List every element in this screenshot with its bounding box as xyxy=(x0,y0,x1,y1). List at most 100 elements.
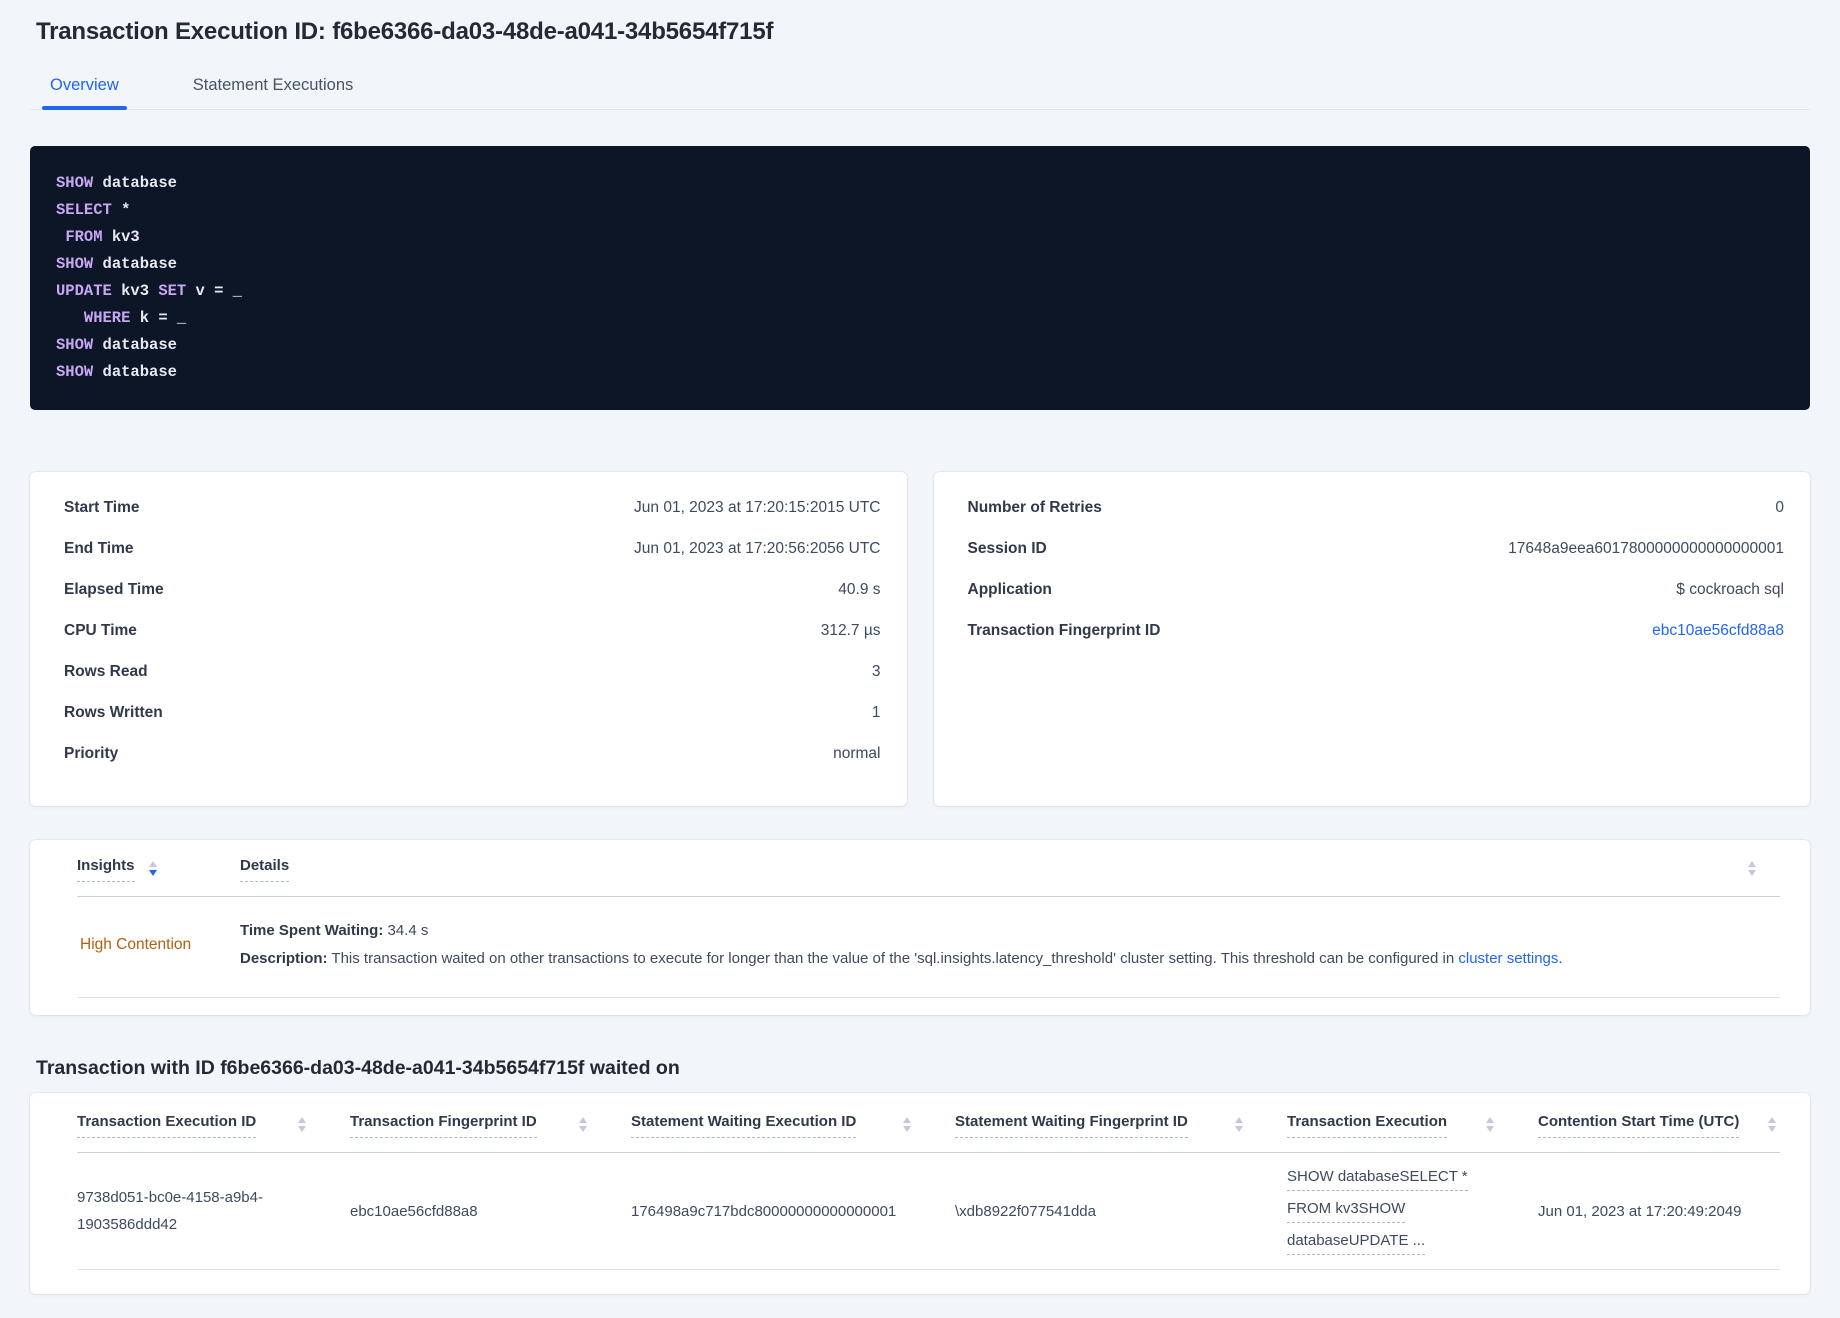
kv-value: Jun 01, 2023 at 17:20:56:2056 UTC xyxy=(634,540,881,557)
sort-up-icon xyxy=(903,1117,911,1123)
tab-bar: Overview Statement Executions xyxy=(30,62,1810,110)
kv-value: normal xyxy=(833,745,881,762)
column-header-contention-start-time[interactable]: Contention Start Time (UTC) xyxy=(1538,1113,1780,1138)
kv-label: Rows Written xyxy=(64,704,163,721)
kv-row-application: Application $ cockroach sql xyxy=(968,581,1785,622)
sql-line: SHOW database xyxy=(56,255,177,273)
sort-up-icon xyxy=(1768,1117,1776,1123)
kv-row-rows-written: Rows Written 1 xyxy=(64,704,881,745)
column-header-transaction-fingerprint-id[interactable]: Transaction Fingerprint ID xyxy=(350,1113,631,1138)
kv-label: CPU Time xyxy=(64,622,137,639)
sort-down-icon xyxy=(1748,870,1756,876)
tab-overview[interactable]: Overview xyxy=(42,62,127,110)
sort-arrows-icon[interactable] xyxy=(148,857,157,882)
details-column-label: Details xyxy=(240,857,290,882)
sort-up-icon xyxy=(148,861,157,867)
cell-statement-waiting-execution-id: 176498a9c717bdc80000000000000001 xyxy=(631,1202,897,1220)
kv-label: Application xyxy=(967,581,1052,598)
description-line: Description: This transaction waited on … xyxy=(240,950,1563,967)
kv-label: Number of Retries xyxy=(967,499,1102,516)
sort-up-icon xyxy=(298,1117,306,1123)
sort-arrows-icon[interactable] xyxy=(1748,857,1756,876)
column-header-statement-waiting-execution-id[interactable]: Statement Waiting Execution ID xyxy=(631,1113,955,1138)
kv-value: 3 xyxy=(871,663,881,680)
kv-value: Jun 01, 2023 at 17:20:15:2015 UTC xyxy=(634,499,881,516)
sql-line: FROM kv3 xyxy=(65,228,140,246)
sql-line: SHOW database xyxy=(56,336,177,354)
kv-row-end-time: End Time Jun 01, 2023 at 17:20:56:2056 U… xyxy=(64,540,881,581)
cluster-settings-link[interactable]: cluster settings xyxy=(1458,950,1558,967)
insights-column-label: Insights xyxy=(77,857,135,882)
sort-arrows-icon[interactable] xyxy=(298,1113,306,1132)
kv-value: 40.9 s xyxy=(838,581,881,598)
cell-statement-waiting-fingerprint-id: \xdb8922f077541dda xyxy=(955,1202,1096,1220)
waited-on-table-card: Transaction Execution ID Transaction Fin… xyxy=(30,1093,1810,1294)
kv-row-priority: Priority normal xyxy=(64,745,881,786)
time-spent-waiting-line: Time Spent Waiting: 34.4 s xyxy=(240,922,429,939)
sort-down-icon xyxy=(1768,1126,1776,1132)
sort-down-icon xyxy=(298,1126,306,1132)
kv-label: Priority xyxy=(64,745,119,762)
sql-statements-box: SHOW database SELECT * FROM kv3 SHOW dat… xyxy=(30,146,1810,410)
sql-line: SELECT * xyxy=(56,201,131,219)
waited-table-row: 9738d051-bc0e-4158-a9b4- 1903586ddd42 eb… xyxy=(77,1153,1780,1269)
sort-arrows-icon[interactable] xyxy=(1235,1113,1243,1132)
sort-down-icon xyxy=(903,1126,911,1132)
kv-row-number-of-retries: Number of Retries 0 xyxy=(968,499,1785,540)
sql-line: SHOW database xyxy=(56,363,177,381)
kv-label: Start Time xyxy=(64,499,140,516)
kv-value: 0 xyxy=(1775,499,1784,516)
cell-transaction-fingerprint-id: ebc10ae56cfd88a8 xyxy=(350,1202,478,1220)
tab-statement-executions[interactable]: Statement Executions xyxy=(185,62,362,109)
sort-down-icon xyxy=(148,870,157,876)
kv-row-start-time: Start Time Jun 01, 2023 at 17:20:15:2015… xyxy=(64,499,881,540)
waited-table-header: Transaction Execution ID Transaction Fin… xyxy=(77,1113,1780,1138)
cell-transaction-execution-link[interactable]: SHOW databaseSELECT * FROM kv3SHOW datab… xyxy=(1287,1163,1538,1259)
kv-row-cpu-time: CPU Time 312.7 µs xyxy=(64,622,881,663)
sort-arrows-icon[interactable] xyxy=(903,1113,911,1132)
cell-transaction-execution-id: 9738d051-bc0e-4158-a9b4- 1903586ddd42 xyxy=(77,1189,263,1233)
insights-card: Insights Details High Contention Time Sp… xyxy=(30,840,1810,1015)
insights-table-header: Insights Details xyxy=(77,857,1780,882)
transaction-details-page: Transaction Execution ID: f6be6366-da03-… xyxy=(0,0,1840,1294)
column-header-transaction-execution-id[interactable]: Transaction Execution ID xyxy=(77,1113,350,1138)
sort-arrows-icon[interactable] xyxy=(579,1113,587,1132)
cell-contention-start-time: Jun 01, 2023 at 17:20:49:2049 xyxy=(1538,1202,1742,1220)
sql-line: UPDATE kv3 SET v = _ xyxy=(56,282,243,300)
divider xyxy=(77,997,1780,998)
sort-up-icon xyxy=(1486,1117,1494,1123)
kv-label: Rows Read xyxy=(64,663,148,680)
column-header-statement-waiting-fingerprint-id[interactable]: Statement Waiting Fingerprint ID xyxy=(955,1113,1287,1138)
insight-details: Time Spent Waiting: 34.4 s Description: … xyxy=(240,917,1563,973)
sort-down-icon xyxy=(579,1126,587,1132)
kv-row-rows-read: Rows Read 3 xyxy=(64,663,881,704)
sort-arrows-icon[interactable] xyxy=(1486,1113,1494,1132)
kv-row-session-id: Session ID 17648a9eea6017800000000000000… xyxy=(968,540,1785,581)
execution-times-card: Start Time Jun 01, 2023 at 17:20:15:2015… xyxy=(30,472,907,806)
sql-line: WHERE k = _ xyxy=(83,309,187,327)
page-title: Transaction Execution ID: f6be6366-da03-… xyxy=(36,18,774,45)
kv-label: End Time xyxy=(64,540,134,557)
kv-value: 312.7 µs xyxy=(820,622,881,639)
kv-label: Session ID xyxy=(967,540,1047,557)
transaction-fingerprint-id-link[interactable]: ebc10ae56cfd88a8 xyxy=(1652,622,1784,640)
waited-on-heading: Transaction with ID f6be6366-da03-48de-a… xyxy=(36,1057,680,1079)
session-info-card: Number of Retries 0 Session ID 17648a9ee… xyxy=(933,472,1810,806)
kv-row-elapsed-time: Elapsed Time 40.9 s xyxy=(64,581,881,622)
sort-down-icon xyxy=(1486,1126,1494,1132)
kv-label: Elapsed Time xyxy=(64,581,164,598)
insights-column-header[interactable]: Insights xyxy=(77,857,240,882)
insight-type-label: High Contention xyxy=(80,936,192,953)
sql-line: SHOW database xyxy=(56,174,177,192)
sort-up-icon xyxy=(1235,1117,1243,1123)
kv-value: 1 xyxy=(871,704,881,721)
kv-value: 17648a9eea6017800000000000000001 xyxy=(1508,540,1784,557)
kv-row-transaction-fingerprint-id: Transaction Fingerprint ID ebc10ae56cfd8… xyxy=(968,622,1785,663)
kv-label: Transaction Fingerprint ID xyxy=(967,622,1161,639)
sort-up-icon xyxy=(1748,861,1756,867)
kv-value: $ cockroach sql xyxy=(1676,581,1784,598)
column-header-transaction-execution[interactable]: Transaction Execution xyxy=(1287,1113,1538,1138)
sort-down-icon xyxy=(1235,1126,1243,1132)
summary-cards-row: Start Time Jun 01, 2023 at 17:20:15:2015… xyxy=(30,472,1810,806)
sort-arrows-icon[interactable] xyxy=(1768,1113,1776,1132)
